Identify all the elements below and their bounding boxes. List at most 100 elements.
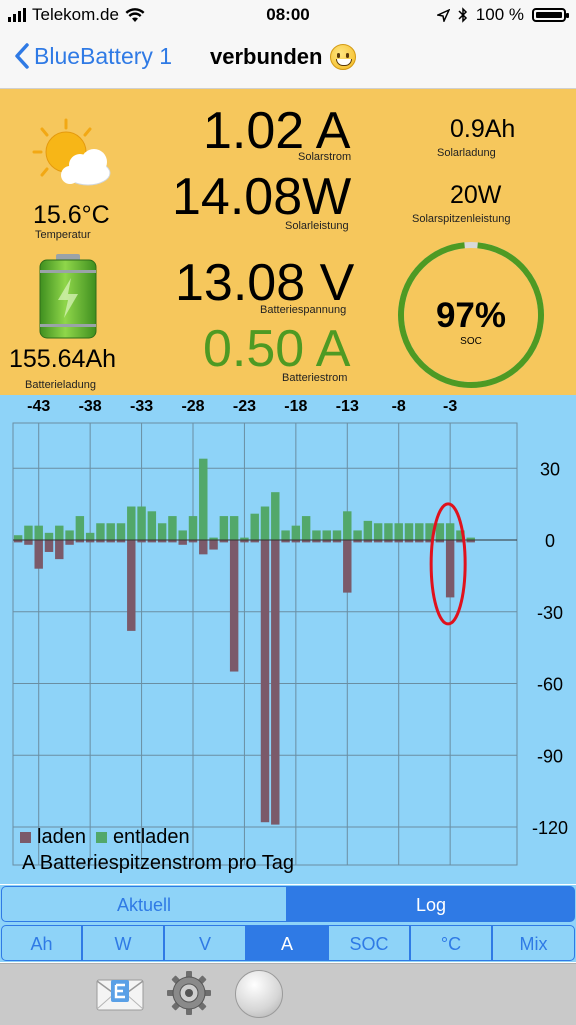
weather-sun-cloud-icon <box>32 118 111 186</box>
round-button-icon[interactable] <box>235 970 283 1018</box>
bar-laden <box>229 540 239 672</box>
battery-voltage-value: 13.08 V <box>175 254 355 312</box>
solar-peak-power-label: Solarspitzenleistung <box>412 213 511 225</box>
bar-entladen <box>199 458 208 540</box>
x-tick-label: -28 <box>181 398 204 415</box>
bar-entladen <box>291 525 301 540</box>
chart-svg: -43 -38 -33 -28 -23 -18 -13 -8 -3 30 0 -30 -60 -90 -12… <box>12 398 568 866</box>
bar-entladen <box>34 525 43 540</box>
chevron-left-icon <box>15 43 29 69</box>
bar-entladen <box>55 525 64 540</box>
bottom-toolbar <box>0 963 576 1025</box>
bluetooth-icon <box>458 7 467 23</box>
legend-swatch-entladen <box>95 832 107 843</box>
bar-entladen <box>96 523 105 540</box>
bar-entladen <box>373 523 383 540</box>
solar-power-value: 14.08W <box>172 168 352 226</box>
x-tick-label: -8 <box>392 398 406 415</box>
bar-entladen <box>219 516 229 540</box>
bar-laden <box>55 540 64 560</box>
battery-voltage-label: Batteriespannung <box>260 304 347 316</box>
settings-gear-icon[interactable] <box>166 970 212 1016</box>
x-tick-label: -3 <box>443 398 457 415</box>
bar-laden <box>260 540 270 823</box>
battery-charging-icon <box>39 254 97 339</box>
soc-value: 97% <box>435 296 507 335</box>
battery-charge-label: Batterieladung <box>25 379 96 391</box>
tab-log[interactable]: Log <box>287 886 575 922</box>
tab-a[interactable]: A <box>246 925 328 961</box>
bar-entladen <box>332 530 342 540</box>
bar-entladen <box>415 523 424 540</box>
back-button[interactable]: BlueBattery 1 <box>14 42 172 70</box>
y-tick-label: 0 <box>545 531 555 551</box>
bar-laden <box>343 540 352 593</box>
mode-segmented-control: Aktuell Log <box>0 885 576 924</box>
tab-celsius[interactable]: °C <box>410 925 492 961</box>
battery-current-value: 0.50 A <box>203 320 351 378</box>
bar-entladen <box>229 516 239 540</box>
legend-label-entladen: entladen <box>112 826 190 848</box>
bar-entladen <box>65 530 74 540</box>
solar-power-label: Solarleistung <box>285 220 349 232</box>
tab-mix[interactable]: Mix <box>492 925 575 961</box>
bar-laden <box>34 540 43 569</box>
bar-entladen <box>394 523 403 540</box>
bar-entladen <box>363 520 373 540</box>
bar-entladen <box>178 530 187 540</box>
bar-laden <box>44 540 54 552</box>
current-chart: -43 -38 -33 -28 -23 -18 -13 -8 -3 30 0 -30 -60 -90 -12… <box>0 395 576 884</box>
bar-entladen <box>281 530 290 540</box>
bar-laden <box>65 540 74 545</box>
back-label: BlueBattery 1 <box>34 42 173 69</box>
bar-entladen <box>188 516 198 540</box>
tab-ah[interactable]: Ah <box>1 925 82 961</box>
solar-charge-value: 0.9Ah <box>450 115 516 143</box>
battery-charge-value: 155.64Ah <box>9 345 117 373</box>
bar-entladen <box>301 516 311 540</box>
bar-entladen <box>106 523 115 540</box>
battery-current-label: Batteriestrom <box>282 372 348 384</box>
tab-v[interactable]: V <box>164 925 246 961</box>
bar-entladen <box>404 523 414 540</box>
bar-entladen <box>260 506 270 540</box>
bar-entladen <box>85 532 95 540</box>
x-tick-label: -18 <box>284 398 307 415</box>
bar-entladen <box>75 516 85 540</box>
x-tick-label: -38 <box>79 398 102 415</box>
tab-soc[interactable]: SOC <box>328 925 410 961</box>
bar-laden <box>209 540 218 550</box>
bar-laden <box>199 540 208 555</box>
legend-label-laden: laden <box>37 826 86 848</box>
email-icon[interactable] <box>96 976 144 1012</box>
bar-entladen <box>312 530 321 540</box>
bar-entladen <box>343 511 352 540</box>
chart-title: A Batteriespitzenstrom pro Tag <box>22 852 294 874</box>
bar-laden <box>271 540 280 825</box>
bar-entladen <box>116 523 126 540</box>
bar-laden <box>127 540 136 631</box>
bar-entladen <box>137 506 146 540</box>
bar-laden <box>178 540 187 545</box>
y-tick-label: -30 <box>537 603 563 623</box>
smiley-emoji-icon <box>330 44 357 70</box>
bar-entladen <box>13 535 23 540</box>
bar-entladen <box>168 516 177 540</box>
chart-legend: laden entladen <box>20 826 190 849</box>
y-tick-label: -60 <box>537 675 563 695</box>
location-arrow-icon <box>436 8 450 22</box>
tab-w[interactable]: W <box>82 925 164 961</box>
bar-entladen <box>445 523 455 540</box>
bar-laden <box>445 540 455 598</box>
tab-aktuell[interactable]: Aktuell <box>1 886 287 922</box>
navigation-bar: BlueBattery 1 verbunden <box>0 30 576 89</box>
x-tick-label: -13 <box>336 398 359 415</box>
bar-laden <box>24 540 33 545</box>
unit-segmented-control: Ah W V A SOC °C Mix <box>0 924 576 962</box>
solar-current-value: 1.02 A <box>203 102 351 160</box>
readings-panel: 15.6°C Temperatur 1.02 A Solarstrom 14.0… <box>0 89 576 395</box>
y-tick-label: -90 <box>537 746 563 766</box>
battery-icon <box>532 8 569 22</box>
solar-charge-label: Solarladung <box>437 147 496 159</box>
bar-entladen <box>353 530 362 540</box>
